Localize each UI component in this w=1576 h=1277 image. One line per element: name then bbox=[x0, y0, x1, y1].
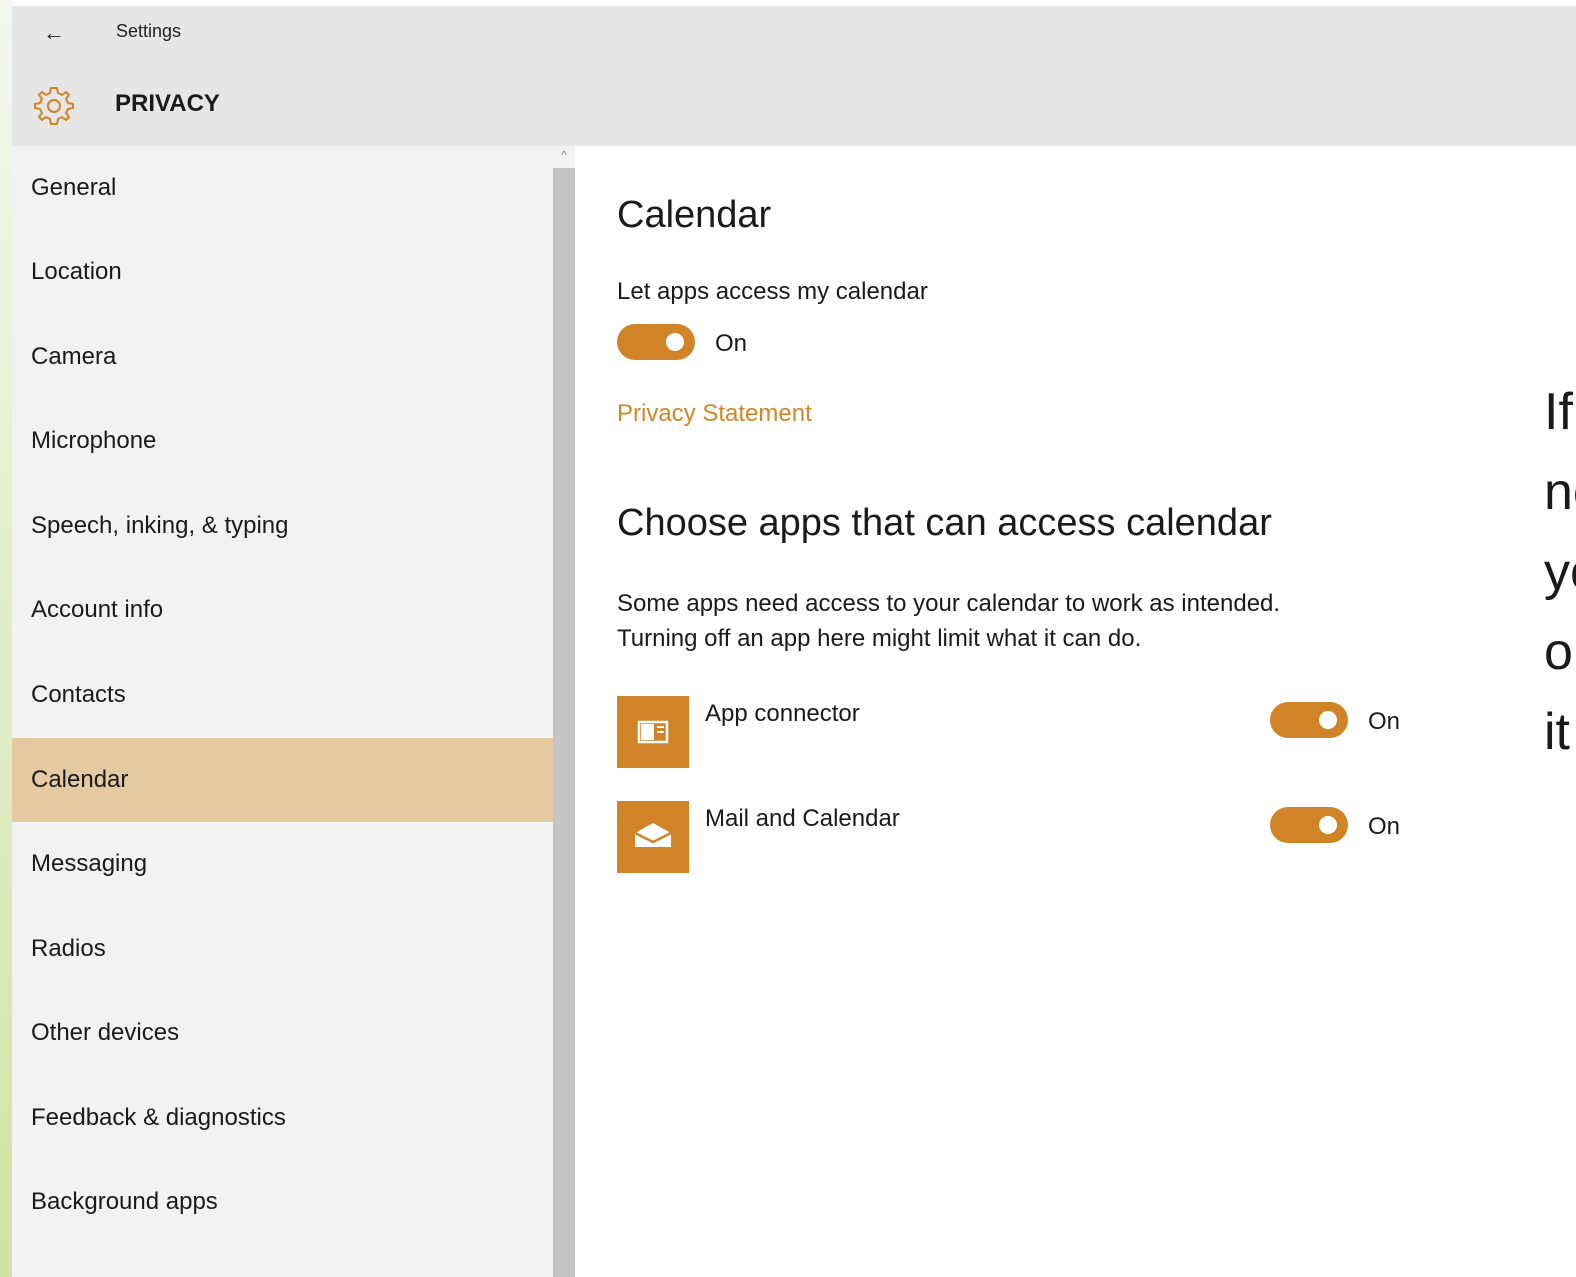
toggle-knob bbox=[666, 333, 684, 351]
apps-description: Some apps need access to your calendar t… bbox=[617, 586, 1280, 656]
privacy-statement-link[interactable]: Privacy Statement bbox=[617, 400, 812, 428]
sidebar-item-calendar[interactable]: Calendar bbox=[12, 738, 553, 822]
sidebar-item-label: Location bbox=[31, 258, 122, 285]
sidebar-item-label: Radios bbox=[31, 935, 106, 962]
app-toggle-state: On bbox=[1368, 813, 1401, 840]
toggle-knob bbox=[1319, 711, 1337, 729]
sidebar-item-label: Calendar bbox=[31, 766, 129, 793]
sidebar-item-location[interactable]: Location bbox=[12, 230, 553, 314]
scroll-up-arrow-icon[interactable]: ^ bbox=[557, 148, 571, 162]
app-connector-toggle[interactable] bbox=[1270, 702, 1348, 738]
mail-calendar-toggle[interactable] bbox=[1270, 807, 1348, 843]
section-title: PRIVACY bbox=[115, 90, 220, 117]
master-toggle-state: On bbox=[715, 330, 748, 357]
sidebar-item-other-devices[interactable]: Other devices bbox=[12, 991, 553, 1075]
toggle-knob bbox=[1319, 816, 1337, 834]
settings-window: ← Settings PRIVACY General Location Came… bbox=[12, 6, 1576, 1277]
back-arrow-icon: ← bbox=[43, 20, 65, 45]
gear-icon bbox=[34, 87, 74, 125]
sidebar-scrollbar[interactable]: ^ bbox=[553, 146, 575, 1277]
sidebar-item-label: Other devices bbox=[31, 1019, 180, 1046]
apps-section-heading: Choose apps that can access calendar bbox=[617, 502, 1272, 544]
master-toggle-label: Let apps access my calendar bbox=[617, 278, 928, 305]
sidebar-item-background-apps[interactable]: Background apps bbox=[12, 1160, 553, 1244]
caption-line: ne bbox=[1544, 463, 1576, 521]
sidebar-item-label: Background apps bbox=[31, 1188, 218, 1215]
background-strip bbox=[0, 0, 12, 1277]
title-bar: ← Settings PRIVACY bbox=[12, 6, 1576, 146]
overlay-caption-text: If ne yo or it bbox=[1544, 372, 1576, 772]
app-title: Settings bbox=[116, 21, 182, 41]
sidebar-item-radios[interactable]: Radios bbox=[12, 907, 553, 991]
sidebar-item-speech[interactable]: Speech, inking, & typing bbox=[12, 484, 553, 568]
description-line: Turning off an app here might limit what… bbox=[617, 625, 1142, 652]
caption-line: If bbox=[1544, 383, 1573, 441]
sidebar-item-label: Account info bbox=[31, 596, 164, 623]
sidebar-item-label: Contacts bbox=[31, 681, 126, 708]
app-connector-icon bbox=[617, 696, 689, 768]
sidebar-item-general[interactable]: General bbox=[12, 146, 553, 230]
description-line: Some apps need access to your calendar t… bbox=[617, 590, 1281, 617]
main-content: Calendar Let apps access my calendar On … bbox=[575, 146, 1576, 1277]
app-name: Mail and Calendar bbox=[705, 805, 900, 832]
app-name: App connector bbox=[705, 700, 860, 727]
caption-line: or bbox=[1544, 623, 1576, 681]
sidebar-nav: General Location Camera Microphone Speec… bbox=[12, 146, 553, 1277]
sidebar-item-camera[interactable]: Camera bbox=[12, 315, 553, 399]
back-button[interactable]: ← bbox=[38, 18, 70, 50]
caption-line: yo bbox=[1544, 543, 1576, 601]
sidebar-item-label: Messaging bbox=[31, 850, 148, 877]
sidebar-item-label: General bbox=[31, 174, 117, 201]
mail-icon bbox=[617, 801, 689, 873]
app-toggle-state: On bbox=[1368, 708, 1401, 735]
sidebar-item-microphone[interactable]: Microphone bbox=[12, 399, 553, 483]
sidebar-item-messaging[interactable]: Messaging bbox=[12, 822, 553, 906]
page-title: Calendar bbox=[617, 194, 772, 236]
sidebar-item-label: Feedback & diagnostics bbox=[31, 1104, 286, 1131]
sidebar-item-account-info[interactable]: Account info bbox=[12, 568, 553, 652]
master-calendar-toggle[interactable] bbox=[617, 324, 695, 360]
scrollbar-thumb[interactable] bbox=[553, 168, 575, 1277]
sidebar-item-label: Speech, inking, & typing bbox=[31, 512, 289, 539]
sidebar-item-feedback[interactable]: Feedback & diagnostics bbox=[12, 1076, 553, 1160]
caption-line: it bbox=[1544, 703, 1570, 761]
sidebar-item-label: Microphone bbox=[31, 427, 157, 454]
sidebar-item-label: Camera bbox=[31, 343, 117, 370]
sidebar-item-contacts[interactable]: Contacts bbox=[12, 653, 553, 737]
